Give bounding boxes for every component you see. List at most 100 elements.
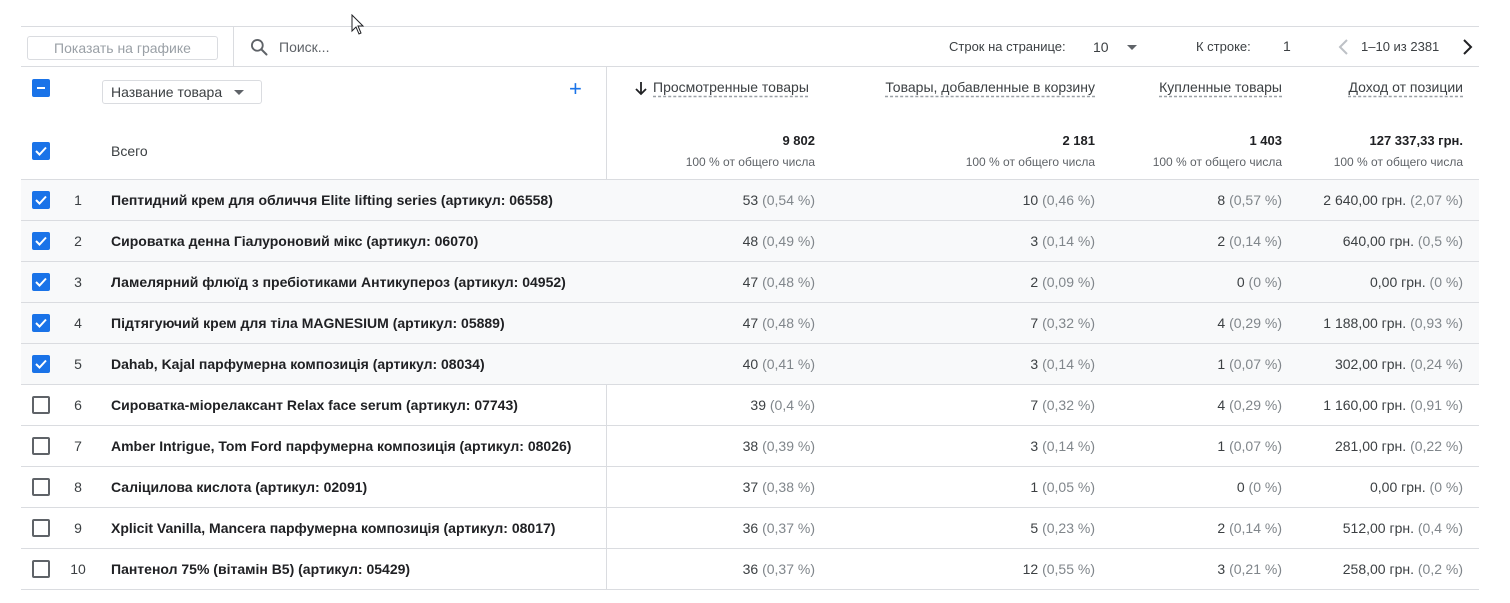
table-row[interactable]: 5 Dahab, Kajal парфумерна композиція (арт… [21, 344, 1479, 385]
product-name[interactable]: Amber Intrigue, Tom Ford парфумерна комп… [111, 438, 571, 454]
cell-views: 36 (0,37 %) [743, 561, 815, 577]
table-row[interactable]: 4 Підтягуючий крем для тіла MAGNESIUM (ар… [21, 303, 1479, 344]
views-value: 38 [742, 438, 759, 454]
revenue-value: 0,00 грн. [1370, 479, 1426, 495]
cell-revenue: 281,00 грн. (0,22 %) [1335, 438, 1463, 454]
cell-views: 36 (0,37 %) [743, 520, 815, 536]
product-name[interactable]: Підтягуючий крем для тіла MAGNESIUM (арт… [111, 315, 505, 331]
cell-purchased: 1 (0,07 %) [1217, 356, 1282, 372]
select-all-checkbox[interactable] [32, 79, 50, 97]
table-row[interactable]: 9 Xplicit Vanilla, Mancera парфумерна ком… [21, 508, 1479, 549]
checkmark-icon [35, 277, 47, 287]
product-name[interactable]: Ламелярний флюїд з пребіотиками Антикупе… [111, 274, 566, 290]
cart-value: 2 [1030, 274, 1039, 290]
dimension-select[interactable]: Название товара [102, 80, 262, 104]
row-index: 10 [70, 561, 86, 577]
cell-views: 39 (0,4 %) [750, 397, 815, 413]
checkmark-icon [35, 146, 47, 156]
views-value: 36 [742, 561, 759, 577]
goto-row-input[interactable]: 1 [1283, 38, 1291, 54]
views-percent: (0,39 %) [762, 438, 815, 454]
product-name[interactable]: Саліцилова кислота (артикул: 02091) [111, 479, 367, 495]
row-index: 1 [74, 192, 82, 208]
product-name[interactable]: Dahab, Kajal парфумерна композиція (арти… [111, 356, 485, 372]
cell-cart: 10 (0,46 %) [1023, 192, 1095, 208]
cell-views: 48 (0,49 %) [743, 233, 815, 249]
revenue-value: 302,00 грн. [1334, 356, 1407, 372]
row-checkbox[interactable] [32, 396, 50, 414]
views-value: 47 [742, 315, 759, 331]
cart-value: 3 [1030, 356, 1039, 372]
table-row[interactable]: 3 Ламелярний флюїд з пребіотиками Антикуп… [21, 262, 1479, 303]
row-index: 8 [74, 479, 82, 495]
row-checkbox[interactable] [32, 437, 50, 455]
column-header-purchased[interactable]: Купленные товары [1159, 79, 1282, 95]
column-header-added-to-cart[interactable]: Товары, добавленные в корзину [885, 79, 1095, 95]
column-header-views[interactable]: Просмотренные товары [653, 79, 809, 95]
cart-value: 3 [1030, 233, 1039, 249]
dimension-label: Название товара [111, 84, 223, 100]
cart-percent: (0,14 %) [1042, 356, 1095, 372]
cart-percent: (0,14 %) [1042, 233, 1095, 249]
rows-per-page-select[interactable]: 10 [1093, 35, 1153, 59]
cell-cart: 2 (0,09 %) [1030, 274, 1095, 290]
product-name[interactable]: Сироватка денна Гіалуроновий мікс (артик… [111, 233, 478, 249]
next-page-icon[interactable] [1459, 37, 1475, 57]
product-name[interactable]: Пантенол 75% (вітамін B5) (артикул: 0542… [111, 561, 410, 577]
row-checkbox[interactable] [32, 560, 50, 578]
purchased-value: 0 [1236, 274, 1245, 290]
search-input[interactable] [279, 37, 579, 57]
purchased-value: 4 [1217, 315, 1226, 331]
cell-purchased: 0 (0 %) [1237, 274, 1282, 290]
row-checkbox[interactable] [32, 191, 50, 209]
views-percent: (0,54 %) [762, 192, 815, 208]
sort-descending-icon[interactable] [633, 80, 649, 96]
row-checkbox[interactable] [32, 232, 50, 250]
row-checkbox[interactable] [32, 314, 50, 332]
revenue-value: 1 188,00 грн. [1323, 315, 1407, 331]
cell-views: 38 (0,39 %) [743, 438, 815, 454]
row-checkbox[interactable] [32, 519, 50, 537]
row-checkbox[interactable] [32, 273, 50, 291]
checkmark-icon [35, 318, 47, 328]
cart-percent: (0,09 %) [1042, 274, 1095, 290]
cell-purchased: 0 (0 %) [1237, 479, 1282, 495]
cell-cart: 7 (0,32 %) [1030, 397, 1095, 413]
table-toolbar: Показать на графике Строк на странице: 1… [21, 26, 1479, 67]
previous-page-icon[interactable] [1336, 37, 1352, 57]
views-percent: (0,4 %) [769, 397, 815, 413]
column-header-revenue[interactable]: Доход от позиции [1348, 79, 1463, 95]
total-purchased: 1 403 [1249, 133, 1282, 148]
table-row[interactable]: 2 Сироватка денна Гіалуроновий мікс (арти… [21, 221, 1479, 262]
cell-revenue: 512,00 грн. (0,4 %) [1343, 520, 1463, 536]
totals-checkbox[interactable] [32, 142, 50, 160]
product-name[interactable]: Xplicit Vanilla, Mancera парфумерна комп… [111, 520, 555, 536]
product-name[interactable]: Сироватка-міорелаксант Relax face serum … [111, 397, 518, 413]
purchased-value: 2 [1217, 233, 1226, 249]
product-name[interactable]: Пептидний крем для обличчя Elite lifting… [111, 192, 553, 208]
row-checkbox[interactable] [32, 355, 50, 373]
show-on-chart-button[interactable]: Показать на графике [27, 36, 218, 60]
row-index: 4 [74, 315, 82, 331]
table-row[interactable]: 7 Amber Intrigue, Tom Ford парфумерна ком… [21, 426, 1479, 467]
purchased-percent: (0,21 %) [1229, 561, 1282, 577]
total-revenue-sub: 100 % от общего числа [1333, 155, 1463, 169]
cell-purchased: 4 (0,29 %) [1217, 397, 1282, 413]
purchased-percent: (0,14 %) [1229, 520, 1282, 536]
revenue-percent: (0,91 %) [1410, 397, 1463, 413]
cell-revenue: 0,00 грн. (0 %) [1370, 274, 1463, 290]
total-cart: 2 181 [1062, 133, 1095, 148]
table-row[interactable]: 10 Пантенол 75% (вітамін B5) (артикул: 05… [21, 549, 1479, 590]
total-views: 9 802 [782, 133, 815, 148]
row-checkbox[interactable] [32, 478, 50, 496]
add-dimension-button[interactable]: + [569, 78, 582, 100]
revenue-percent: (0,4 %) [1417, 520, 1463, 536]
search-icon[interactable] [249, 37, 269, 57]
total-revenue: 127 337,33 грн. [1369, 133, 1464, 148]
table-row[interactable]: 6 Сироватка-міорелаксант Relax face serum… [21, 385, 1479, 426]
revenue-percent: (0,5 %) [1417, 233, 1463, 249]
table-row[interactable]: 8 Саліцилова кислота (артикул: 02091) 37 (… [21, 467, 1479, 508]
table-row[interactable]: 1 Пептидний крем для обличчя Elite liftin… [21, 180, 1479, 221]
cell-revenue: 302,00 грн. (0,24 %) [1335, 356, 1463, 372]
views-value: 47 [742, 274, 759, 290]
